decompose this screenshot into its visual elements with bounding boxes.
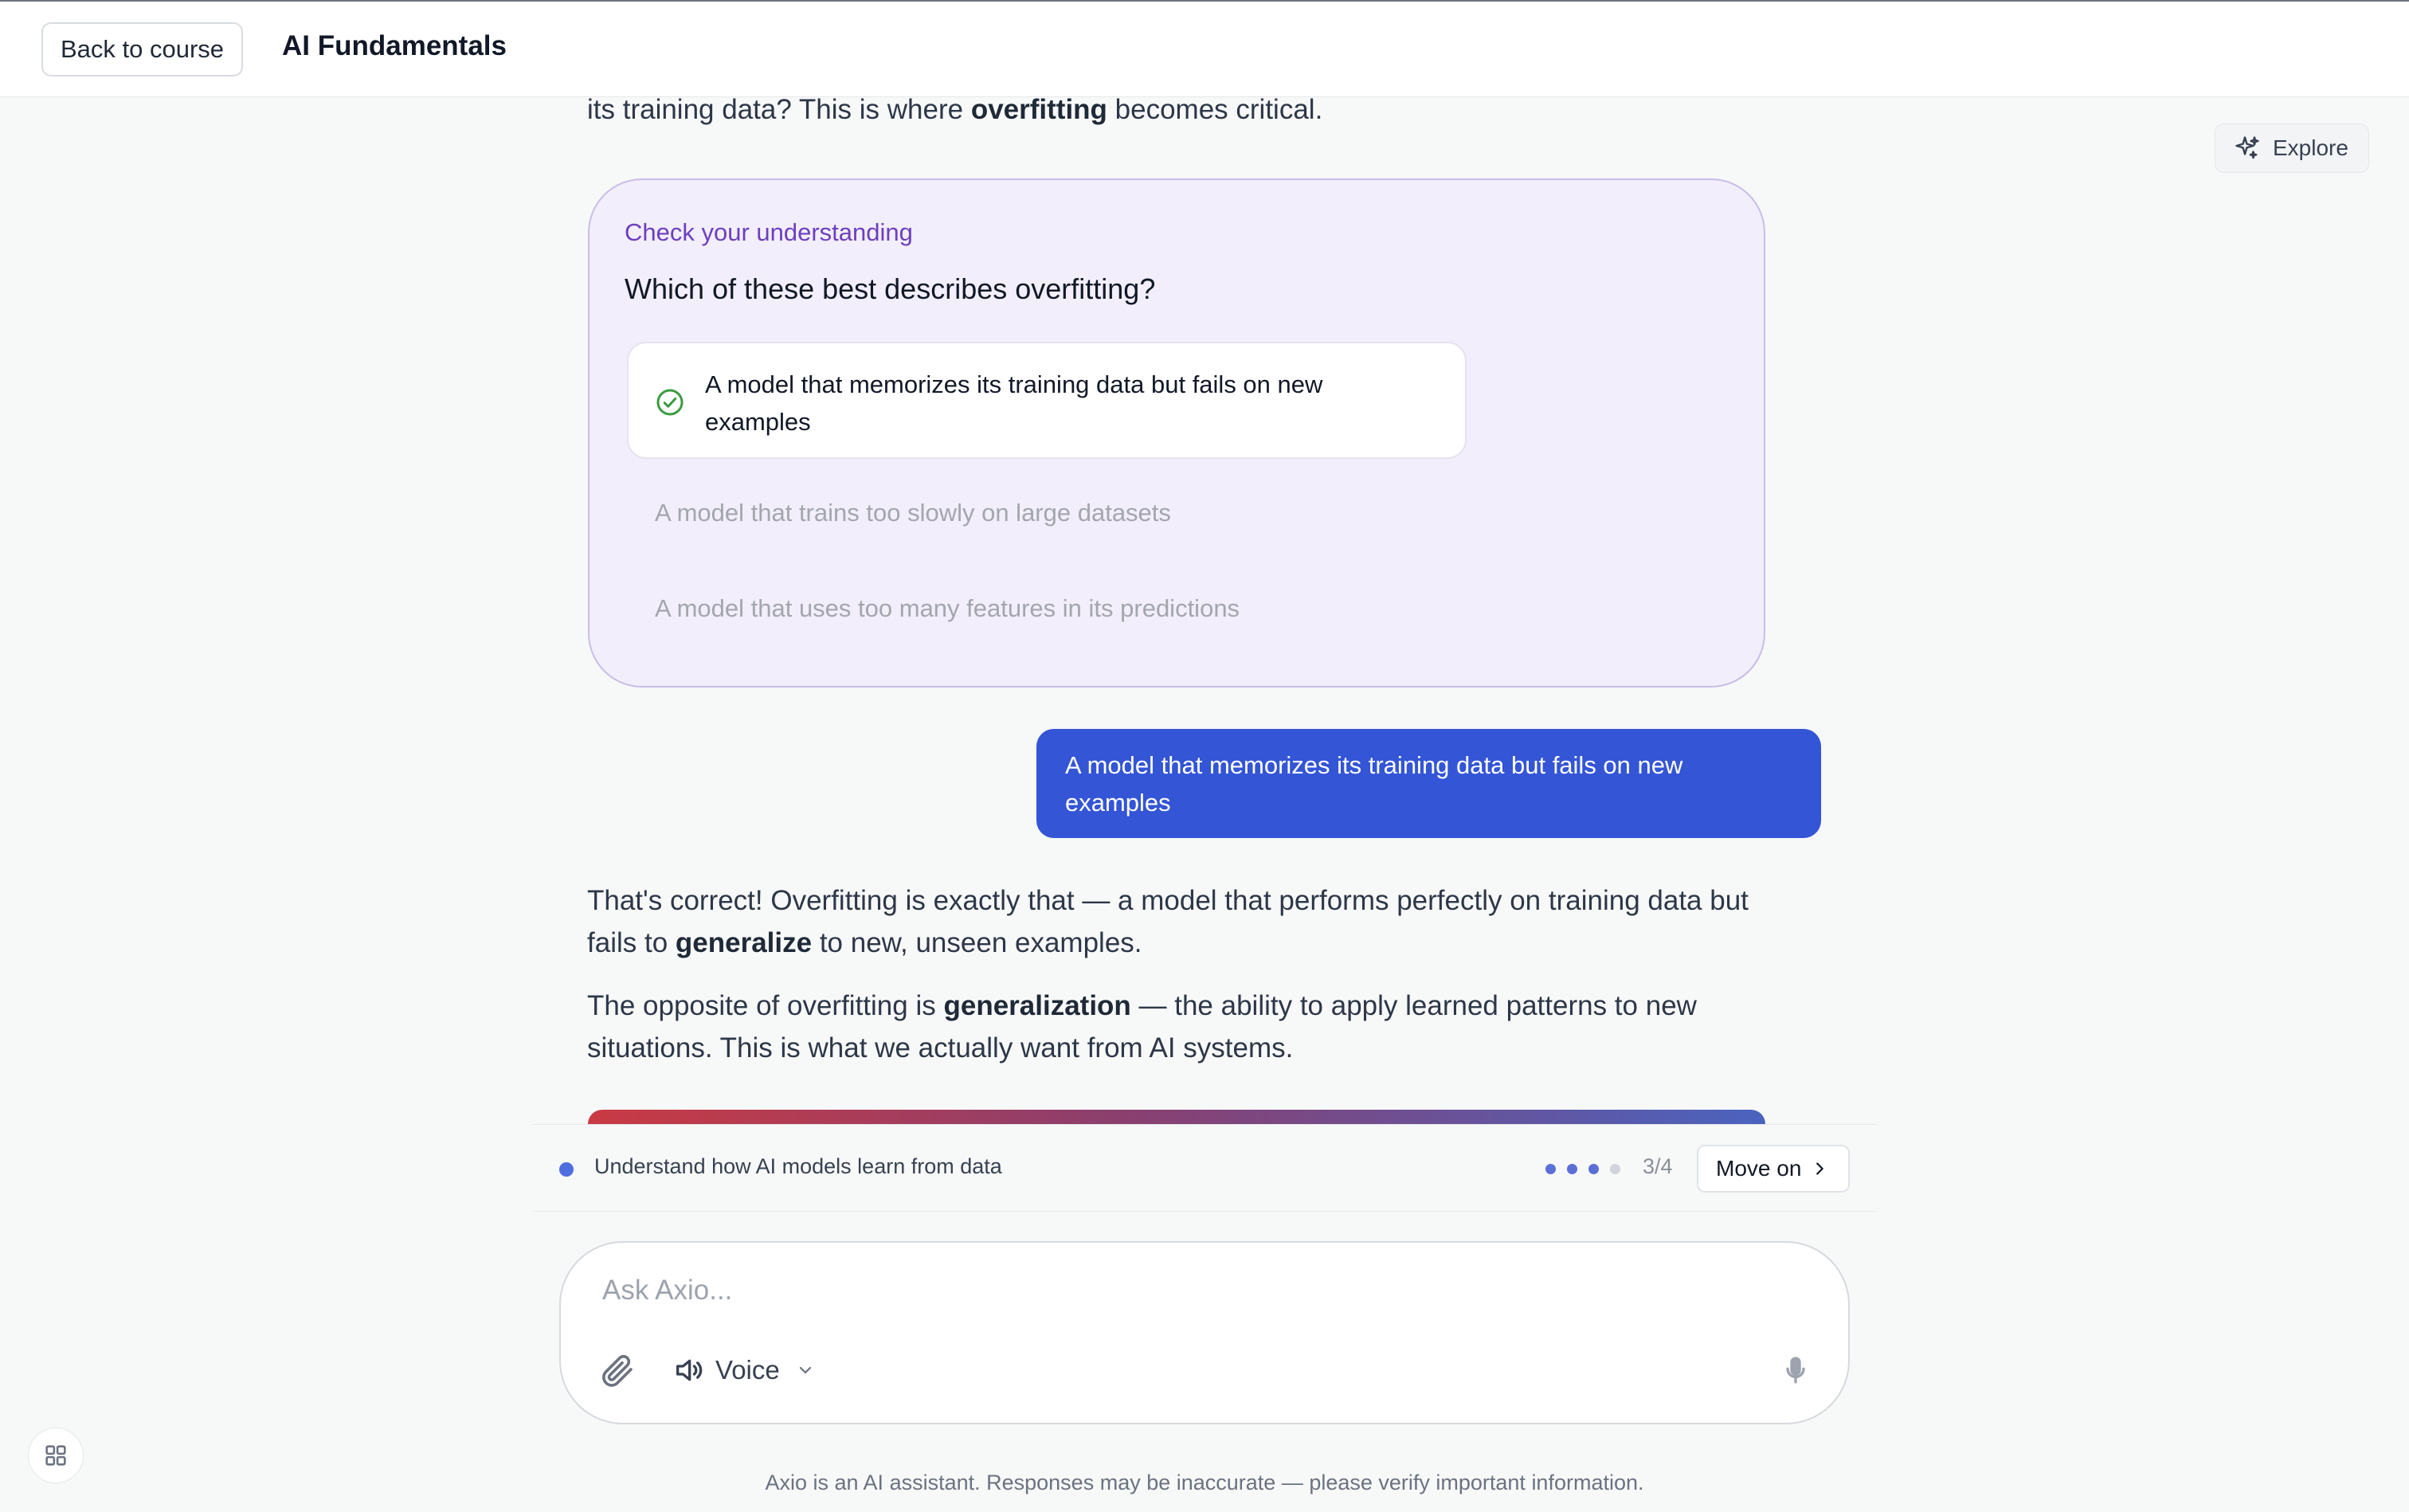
assistant-reply-paragraph: That's correct! Overfitting is exactly t… bbox=[587, 879, 1782, 964]
quiz-option[interactable]: A model that trains too slowly on large … bbox=[655, 499, 1171, 527]
step-dot-complete bbox=[1567, 1164, 1577, 1174]
quiz-option-selected[interactable]: A model that memorizes its training data… bbox=[627, 342, 1467, 459]
reply-2-bold: generalization bbox=[943, 990, 1131, 1021]
objective-dot bbox=[559, 1162, 574, 1177]
move-on-button[interactable]: Move on bbox=[1697, 1145, 1850, 1193]
explore-label: Explore bbox=[2273, 135, 2348, 160]
microphone-icon[interactable] bbox=[1780, 1354, 1812, 1386]
objective-label: Understand how AI models learn from data bbox=[594, 1154, 1002, 1178]
lesson-progress-bar: Understand how AI models learn from data… bbox=[532, 1124, 1877, 1212]
sparkles-icon bbox=[2235, 136, 2259, 159]
course-title: AI Fundamentals bbox=[282, 30, 507, 61]
intro-text: its training data? This is where overfit… bbox=[587, 94, 1322, 126]
move-on-label: Move on bbox=[1716, 1156, 1802, 1181]
speaker-icon bbox=[676, 1359, 703, 1381]
top-bar: Back to course AI Fundamentals bbox=[0, 0, 2409, 97]
explore-button[interactable]: Explore bbox=[2215, 123, 2369, 173]
reply-1-post: to new, unseen examples. bbox=[812, 927, 1142, 958]
step-dot-complete bbox=[1545, 1164, 1556, 1174]
step-indicator bbox=[1545, 1164, 1620, 1174]
apps-grid-button[interactable] bbox=[28, 1428, 84, 1483]
intro-text-post: becomes critical. bbox=[1107, 94, 1323, 125]
check-circle-icon bbox=[656, 389, 684, 416]
quiz-card: Check your understanding Which of these … bbox=[588, 178, 1765, 687]
user-message-bubble: A model that memorizes its training data… bbox=[1036, 729, 1821, 838]
intro-text-bold: overfitting bbox=[970, 94, 1107, 125]
step-dot-pending bbox=[1610, 1164, 1620, 1174]
step-dot-complete bbox=[1588, 1164, 1599, 1174]
reply-1-bold: generalize bbox=[675, 927, 813, 958]
intro-text-pre: its training data? This is where bbox=[587, 94, 971, 125]
grid-icon bbox=[45, 1445, 66, 1466]
reply-2-pre: The opposite of overfitting is bbox=[587, 990, 944, 1021]
back-to-course-button[interactable]: Back to course bbox=[41, 22, 244, 76]
chevron-down-icon bbox=[799, 1366, 811, 1374]
quiz-kicker: Check your understanding bbox=[625, 218, 913, 246]
ai-disclaimer: Axio is an AI assistant. Responses may b… bbox=[765, 1471, 1644, 1494]
gradient-card-edge bbox=[588, 1110, 1765, 1124]
voice-label: Voice bbox=[715, 1355, 780, 1385]
message-composer: Voice bbox=[559, 1241, 1850, 1424]
ask-input[interactable] bbox=[602, 1267, 1718, 1314]
assistant-reply-paragraph: The opposite of overfitting is generaliz… bbox=[587, 985, 1782, 1069]
voice-mode-dropdown[interactable]: Voice bbox=[672, 1349, 815, 1391]
chevron-right-icon bbox=[1816, 1162, 1824, 1175]
step-count: 3/4 bbox=[1643, 1154, 1673, 1178]
quiz-question: Which of these best describes overfittin… bbox=[625, 272, 1156, 305]
paperclip-icon[interactable] bbox=[597, 1351, 636, 1389]
quiz-option-label: A model that memorizes its training data… bbox=[705, 370, 1323, 436]
quiz-option[interactable]: A model that uses too many features in i… bbox=[655, 594, 1240, 623]
